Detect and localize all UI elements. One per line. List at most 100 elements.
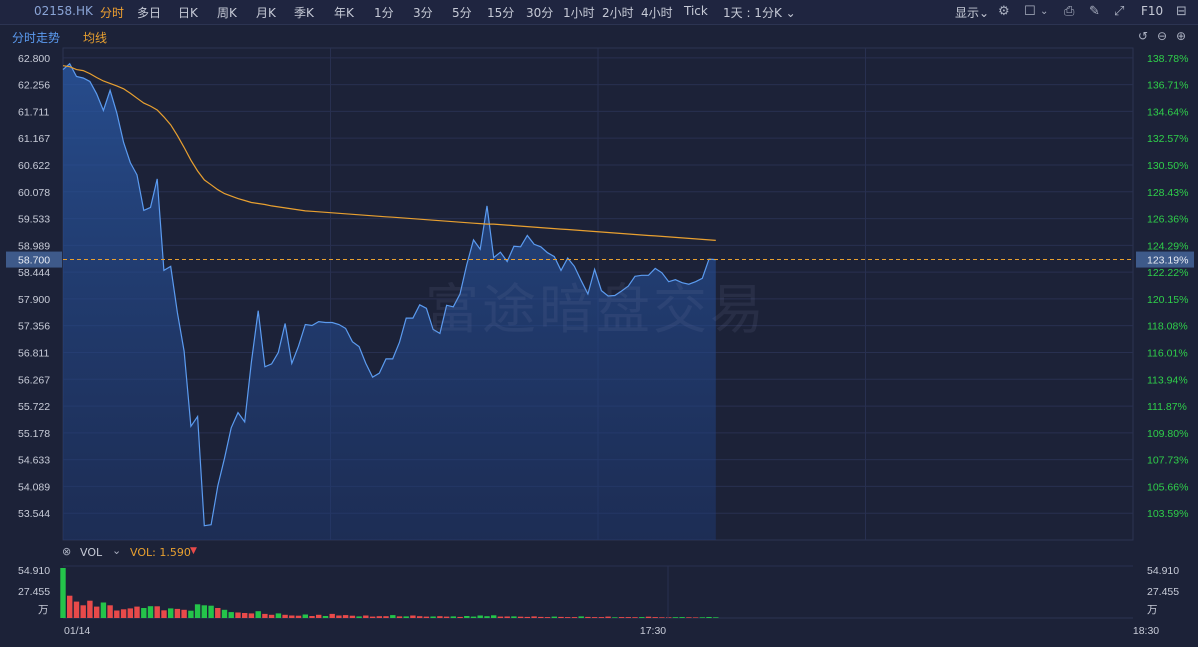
current-pct-label: 123.19% xyxy=(1147,255,1188,267)
volume-bar xyxy=(255,611,261,618)
volume-bar xyxy=(443,616,450,618)
volume-bar xyxy=(430,616,436,618)
volume-bar xyxy=(67,595,73,618)
y-tick-label: 55.722 xyxy=(18,401,50,413)
y-tick-label-pct: 124.29% xyxy=(1147,240,1188,252)
volume-bar xyxy=(100,602,107,618)
volume-bar xyxy=(464,616,470,618)
volume-bar xyxy=(242,613,248,618)
volume-bar xyxy=(686,617,692,618)
y-tick-label: 62.256 xyxy=(18,80,50,92)
volume-bar xyxy=(107,605,113,618)
volume-bar xyxy=(504,616,510,618)
volume-axis: 54.910 27.455 万 54.910 27.455 万 xyxy=(18,565,1179,616)
volume-tick-left: 万 xyxy=(38,604,49,616)
volume-bar xyxy=(625,617,631,618)
volume-bar xyxy=(551,616,557,618)
volume-bar xyxy=(275,613,282,618)
y-tick-label: 58.989 xyxy=(18,240,50,252)
y-tick-label: 57.356 xyxy=(18,321,50,333)
volume-bar xyxy=(161,610,167,618)
y-tick-label-pct: 111.87% xyxy=(1147,401,1187,413)
y-tick-label-pct: 107.73% xyxy=(1147,455,1188,467)
volume-bar xyxy=(208,605,214,618)
y-tick-label-pct: 109.80% xyxy=(1147,428,1188,440)
volume-bar xyxy=(497,616,504,618)
volume-bar xyxy=(618,617,625,618)
x-tick-label: 17:30 xyxy=(640,625,666,637)
volume-bar xyxy=(114,610,120,618)
current-price-label: 58.700 xyxy=(18,255,50,267)
volume-bar xyxy=(356,616,362,618)
x-axis: 01/14 17:30 18:30 xyxy=(64,566,1159,637)
volume-bar xyxy=(94,606,100,618)
volume-bar xyxy=(524,616,530,618)
y-tick-label-pct: 128.43% xyxy=(1147,187,1188,199)
volume-bar xyxy=(221,609,228,618)
volume-tick-right: 万 xyxy=(1147,604,1158,616)
volume-bar xyxy=(639,617,645,618)
volume-bar xyxy=(659,617,665,618)
down-arrow-icon: ▼ xyxy=(190,546,197,556)
volume-indicator-name[interactable]: VOL xyxy=(80,546,102,559)
volume-bar xyxy=(652,617,658,618)
y-tick-label: 53.544 xyxy=(18,508,50,520)
y-tick-label: 60.078 xyxy=(18,187,50,199)
volume-bar xyxy=(457,616,463,618)
volume-bar xyxy=(672,617,679,618)
y-tick-label: 58.444 xyxy=(18,267,50,279)
volume-bar xyxy=(612,617,618,618)
volume-bar xyxy=(511,616,517,618)
volume-bar xyxy=(544,617,551,618)
volume-bar xyxy=(168,608,174,618)
volume-bar xyxy=(437,616,443,618)
volume-bar xyxy=(578,616,584,618)
volume-bar xyxy=(396,616,403,618)
volume-bar xyxy=(262,613,268,618)
volume-bar xyxy=(598,617,605,618)
volume-bar xyxy=(80,605,86,618)
volume-bar xyxy=(410,615,416,618)
x-tick-label: 01/14 xyxy=(64,625,90,637)
volume-bar xyxy=(282,614,288,618)
close-icon[interactable]: ⊗ xyxy=(62,545,71,558)
volume-bar xyxy=(289,615,295,618)
volume-bar xyxy=(679,617,685,618)
y-tick-label-pct: 130.50% xyxy=(1147,160,1188,172)
volume-bar xyxy=(141,608,147,618)
volume-bar xyxy=(645,616,652,618)
volume-bar xyxy=(706,617,712,618)
volume-bar xyxy=(329,613,335,618)
volume-bar xyxy=(134,606,140,618)
volume-bar xyxy=(376,616,382,618)
volume-bar xyxy=(363,615,369,618)
volume-bar xyxy=(228,612,234,618)
volume-bar xyxy=(309,616,315,618)
volume-bar xyxy=(713,617,719,618)
watermark: 富途暗盘交易 xyxy=(425,278,767,341)
volume-header: ⊗ VOL ⌄ VOL: 1.590 ▼ xyxy=(58,544,358,562)
volume-bar xyxy=(591,617,598,618)
volume-bar xyxy=(295,615,302,618)
volume-bar xyxy=(666,617,672,618)
average-line xyxy=(62,65,716,241)
y-axis-left: 62.800 62.256 61.711 61.167 60.622 60.078 59.5… xyxy=(18,53,50,520)
volume-bars xyxy=(60,565,1133,619)
volume-bar xyxy=(336,615,342,618)
volume-bar xyxy=(538,616,544,618)
volume-tick-right: 54.910 xyxy=(1147,565,1179,577)
volume-bar xyxy=(565,617,571,618)
volume-bar xyxy=(201,605,207,618)
volume-bar xyxy=(215,608,221,618)
y-axis-right: 138.78% 136.71% 134.64% 132.57% 130.50% 128.4… xyxy=(1147,53,1188,520)
y-tick-label: 62.800 xyxy=(18,53,50,65)
volume-bar xyxy=(235,612,241,618)
y-tick-label-pct: 103.59% xyxy=(1147,508,1188,520)
y-tick-label: 55.178 xyxy=(18,428,50,440)
volume-bar xyxy=(322,616,329,618)
y-tick-label: 57.900 xyxy=(18,294,50,306)
volume-value: VOL: 1.590 xyxy=(130,546,191,559)
volume-bar xyxy=(369,616,376,618)
chevron-down-icon[interactable]: ⌄ xyxy=(112,544,121,557)
volume-bar xyxy=(302,614,308,618)
